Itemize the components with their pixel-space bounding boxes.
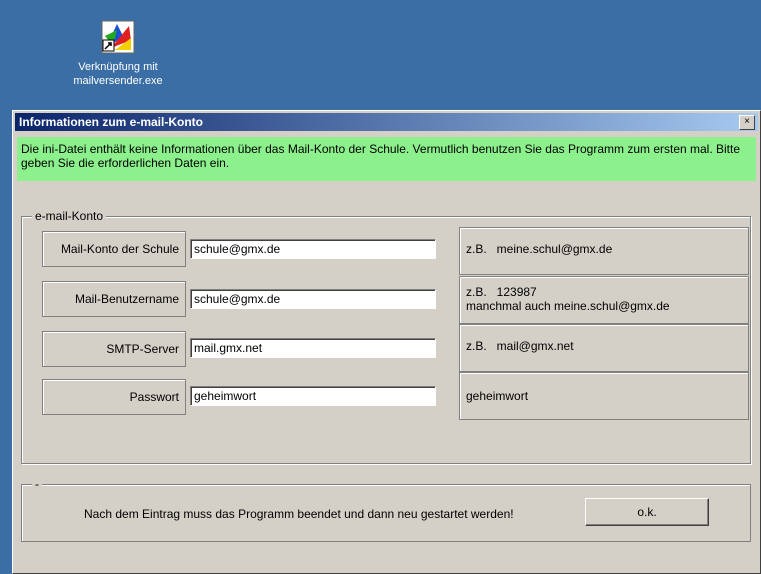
password-label: Passwort <box>42 379 186 415</box>
ok-button[interactable]: o.k. <box>585 498 709 526</box>
password-example: geheimwort <box>459 372 749 420</box>
password-input[interactable] <box>190 386 436 406</box>
smtp-server-label: SMTP-Server <box>42 331 186 367</box>
group-title: e-mail-Konto <box>32 209 107 223</box>
mail-account-input[interactable] <box>190 239 436 259</box>
mail-username-label: Mail-Benutzername <box>42 281 186 317</box>
example-line: z.B. meine.schul@gmx.de <box>466 242 613 256</box>
dialog-titlebar[interactable]: Informationen zum e-mail-Konto × <box>15 113 758 131</box>
dialog-title: Informationen zum e-mail-Konto <box>19 115 203 129</box>
mail-username-example: z.B. 123987 manchmal auch meine.schul@gm… <box>459 276 749 324</box>
smtp-server-example: z.B. mail@gmx.net <box>459 324 749 372</box>
smtp-server-input[interactable] <box>190 338 436 358</box>
close-button[interactable]: × <box>739 115 755 130</box>
desktop-shortcut[interactable]: Verknüpfung mit mailversender.exe <box>60 20 176 88</box>
mailversender-shortcut-icon <box>101 20 135 54</box>
example-line: z.B. 123987 <box>466 285 537 299</box>
email-account-group: e-mail-Konto Mail-Konto der Schule z.B. … <box>21 209 751 464</box>
restart-notice: Nach dem Eintrag muss das Programm beend… <box>84 507 514 521</box>
info-banner: Die ini-Datei enthält keine Informatione… <box>17 137 756 181</box>
example-line-2: manchmal auch meine.schul@gmx.de <box>466 299 670 313</box>
desktop-icon-label: Verknüpfung mit mailversender.exe <box>73 61 163 87</box>
notice-group: - Nach dem Eintrag muss das Programm bee… <box>21 477 751 542</box>
account-info-dialog: Informationen zum e-mail-Konto × Die ini… <box>12 110 761 574</box>
example-line: geheimwort <box>466 389 529 403</box>
mail-username-input[interactable] <box>190 289 436 309</box>
mail-account-label: Mail-Konto der Schule <box>42 231 186 267</box>
notice-group-title: - <box>32 477 42 491</box>
example-line: z.B. mail@gmx.net <box>466 339 574 353</box>
mail-account-example: z.B. meine.schul@gmx.de <box>459 227 749 275</box>
